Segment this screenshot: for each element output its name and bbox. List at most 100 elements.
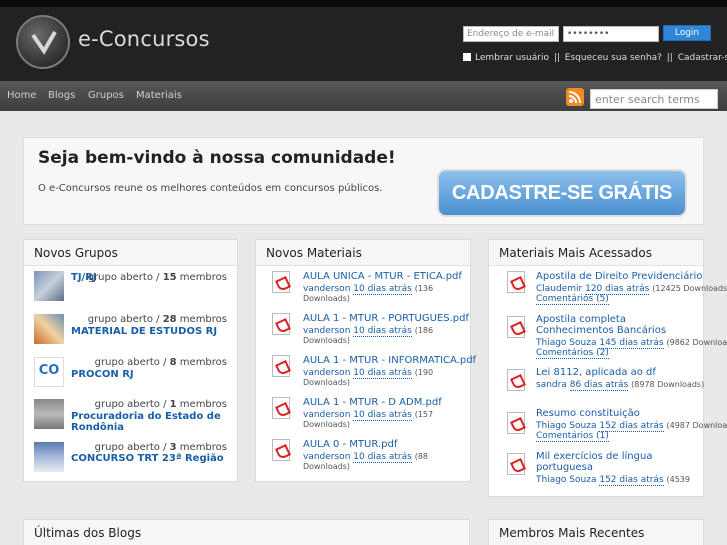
material-meta: Thiago Souza 152 dias atrás (4539 — [536, 475, 690, 486]
most-accessed-panel: Materiais Mais Acessados Apostila de Dir… — [488, 239, 727, 497]
welcome-text: O e-Concursos reune os melhores conteúdo… — [38, 183, 383, 194]
list-item[interactable]: AULA 0 - MTUR.pdf vanderson 10 dias atrá… — [266, 439, 464, 479]
pdf-icon — [272, 271, 290, 293]
panel-title: Membros Mais Recentes — [489, 520, 703, 545]
nav-blogs[interactable]: Blogs — [48, 90, 75, 101]
group-name[interactable]: Procuradoria do Estado de Rondônia — [71, 411, 221, 433]
password-input[interactable]: •••••••• — [563, 26, 659, 42]
material-meta: vanderson 10 dias atrás (157 — [303, 410, 434, 421]
group-thumbnail[interactable] — [34, 442, 64, 472]
pdf-icon — [272, 397, 290, 419]
material-downloads: Downloads) — [303, 378, 351, 387]
group-meta: grupo aberto / 8 membros — [94, 357, 227, 368]
panel-title: Últimas dos Blogs — [24, 520, 469, 545]
material-meta: vanderson 10 dias atrás (186 — [303, 326, 434, 337]
material-downloads: Downloads) — [303, 420, 351, 429]
pdf-icon — [507, 316, 525, 338]
list-item[interactable]: Resumo constituição Thiago Souza 152 dia… — [499, 408, 727, 448]
material-title[interactable]: AULA 1 - MTUR - D ADM.pdf — [303, 397, 442, 408]
rss-icon[interactable] — [566, 88, 584, 106]
welcome-banner: Seja bem-vindo à nossa comunidade! O e-C… — [23, 137, 704, 225]
pdf-icon — [507, 271, 525, 293]
material-title[interactable]: Mil exercícios de língua portuguesa — [536, 451, 686, 473]
group-thumbnail[interactable]: CO — [34, 357, 64, 387]
new-materials-panel: Novos Materiais AULA UNICA - MTUR - ETIC… — [255, 239, 476, 482]
forgot-password-link[interactable]: Esqueceu sua senha? — [565, 53, 662, 63]
pdf-icon — [507, 453, 525, 475]
group-thumbnail[interactable] — [34, 314, 64, 344]
pdf-icon — [507, 369, 525, 391]
group-thumbnail[interactable] — [34, 271, 64, 301]
material-title[interactable]: Apostila de Direito Previdenciário — [536, 271, 702, 282]
material-meta: vanderson 10 dias atrás (190 — [303, 368, 434, 379]
material-meta: Thiago Souza 152 dias atrás (4987 Downlo… — [536, 421, 727, 432]
material-downloads: Downloads) — [303, 294, 351, 303]
material-comments[interactable]: Comentários (5) — [536, 294, 609, 305]
material-title[interactable]: Lei 8112, aplicada ao df — [536, 367, 656, 378]
group-meta: grupo aberto / 15 membros — [87, 272, 227, 283]
email-input[interactable]: Endereço de e-mail — [463, 26, 559, 42]
list-item[interactable]: TJ/RJ grupo aberto / 15 membros — [34, 271, 231, 311]
group-name[interactable]: PROCON RJ — [71, 369, 134, 380]
recent-members-panel: Membros Mais Recentes — [488, 519, 704, 545]
header: e-Concursos — [0, 7, 727, 81]
login-button[interactable]: Login — [663, 25, 711, 41]
pdf-icon — [272, 355, 290, 377]
material-meta: Thiago Souza 145 dias atrás (9862 Downlo… — [536, 338, 727, 349]
material-title[interactable]: AULA 0 - MTUR.pdf — [303, 439, 397, 450]
list-item[interactable]: AULA 1 - MTUR - INFORMATICA.pdf vanderso… — [266, 355, 476, 395]
nav-materiais[interactable]: Materiais — [136, 90, 182, 101]
list-item[interactable]: Lei 8112, aplicada ao df sandra 86 dias … — [499, 367, 704, 407]
list-item[interactable]: grupo aberto / 1 membros Procuradoria do… — [34, 399, 231, 443]
group-meta: grupo aberto / 1 membros — [94, 399, 227, 410]
group-thumbnail[interactable] — [34, 399, 64, 429]
list-item[interactable]: grupo aberto / 28 membros MATERIAL DE ES… — [34, 314, 231, 354]
material-meta: sandra 86 dias atrás (8978 Downloads) — [536, 380, 705, 391]
logo-icon[interactable] — [16, 15, 70, 69]
login-options: Lembrar usuário || Esqueceu sua senha? |… — [463, 53, 727, 63]
list-item[interactable]: Apostila de Direito Previdenciário Claud… — [499, 271, 727, 311]
list-item[interactable]: AULA 1 - MTUR - D ADM.pdf vanderson 10 d… — [266, 397, 464, 437]
material-meta: Claudemir 120 dias atrás (12425 Download… — [536, 284, 727, 295]
group-meta: grupo aberto / 3 membros — [94, 442, 227, 453]
remember-label[interactable]: Lembrar usuário — [475, 53, 549, 63]
material-title[interactable]: AULA UNICA - MTUR - ETICA.pdf — [303, 271, 462, 282]
register-link[interactable]: Cadastrar-se — [678, 53, 727, 63]
panel-title: Materiais Mais Acessados — [489, 240, 703, 266]
pdf-icon — [272, 439, 290, 461]
separator: || — [553, 53, 560, 63]
list-item[interactable]: AULA UNICA - MTUR - ETICA.pdf vanderson … — [266, 271, 464, 311]
material-comments[interactable]: Comentários (1) — [536, 431, 609, 442]
list-item[interactable]: Apostila completa Conhecimentos Bancário… — [499, 314, 727, 364]
rss-glyph-icon — [568, 91, 581, 104]
material-meta: vanderson 10 dias atrás (88 — [303, 452, 429, 463]
material-title[interactable]: Resumo constituição — [536, 408, 640, 419]
group-name[interactable]: MATERIAL DE ESTUDOS RJ — [71, 326, 217, 337]
top-strip — [0, 0, 727, 7]
latest-blogs-panel: Últimas dos Blogs — [23, 519, 470, 545]
material-downloads: Downloads) — [303, 336, 351, 345]
separator: || — [666, 53, 673, 63]
panel-title: Novos Grupos — [24, 240, 237, 266]
list-item[interactable]: CO grupo aberto / 8 membros PROCON RJ — [34, 357, 231, 397]
remember-checkbox[interactable] — [463, 53, 471, 61]
nav-grupos[interactable]: Grupos — [88, 90, 124, 101]
list-item[interactable]: Mil exercícios de língua portuguesa Thia… — [499, 451, 697, 495]
nav-home[interactable]: Home — [7, 90, 37, 101]
material-comments[interactable]: Comentários (2) — [536, 348, 609, 359]
brand-name[interactable]: e-Concursos — [78, 27, 210, 51]
new-groups-panel: Novos Grupos TJ/RJ grupo aberto / 15 mem… — [23, 239, 238, 482]
list-item[interactable]: grupo aberto / 3 membros CONCURSO TRT 23… — [34, 442, 231, 476]
group-name[interactable]: CONCURSO TRT 23ª Região — [71, 453, 224, 464]
material-meta: vanderson 10 dias atrás (136 — [303, 284, 434, 295]
check-logo-icon — [31, 30, 57, 55]
panel-title: Novos Materiais — [256, 240, 470, 266]
signup-free-button[interactable]: CADASTRE-SE GRÁTIS — [437, 169, 687, 217]
pdf-icon — [272, 313, 290, 335]
material-title[interactable]: Apostila completa Conhecimentos Bancário… — [536, 314, 701, 336]
material-title[interactable]: AULA 1 - MTUR - INFORMATICA.pdf — [303, 355, 476, 366]
list-item[interactable]: AULA 1 - MTUR - PORTUGUES.pdf vanderson … — [266, 313, 469, 353]
material-title[interactable]: AULA 1 - MTUR - PORTUGUES.pdf — [303, 313, 469, 324]
search-input[interactable]: enter search terms — [590, 89, 718, 109]
material-downloads: Downloads) — [303, 462, 351, 471]
